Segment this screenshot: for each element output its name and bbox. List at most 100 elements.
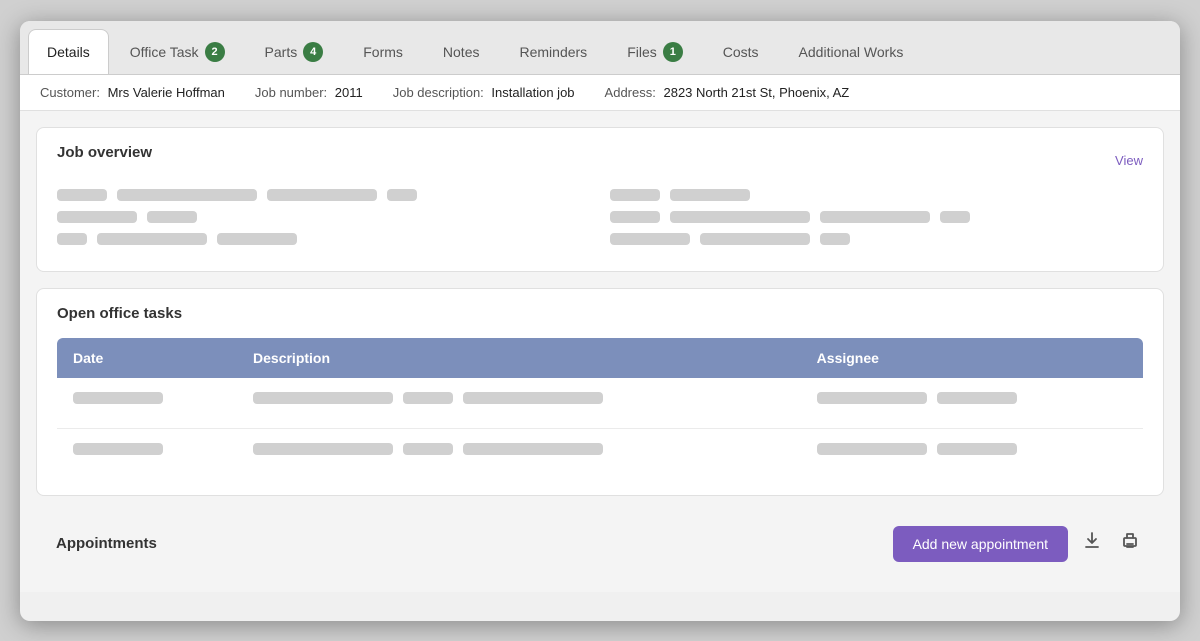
sk bbox=[217, 233, 297, 245]
sk bbox=[147, 211, 197, 223]
sk bbox=[610, 233, 690, 245]
open-office-tasks-card: Open office tasks Date Description Assig… bbox=[36, 288, 1164, 496]
customer-label: Customer: bbox=[40, 85, 100, 100]
view-link[interactable]: View bbox=[1115, 153, 1143, 168]
tab-forms-label: Forms bbox=[363, 44, 403, 60]
main-content: Job overview View bbox=[20, 111, 1180, 592]
add-new-appointment-button[interactable]: Add new appointment bbox=[893, 526, 1068, 562]
print-icon bbox=[1120, 531, 1140, 551]
tab-office-task[interactable]: Office Task 2 bbox=[111, 29, 244, 74]
skeleton-row-6 bbox=[610, 233, 1143, 245]
skeleton-row-5 bbox=[610, 211, 1143, 223]
col-description: Description bbox=[237, 338, 801, 378]
tab-costs-label: Costs bbox=[723, 44, 759, 60]
sk bbox=[670, 189, 750, 201]
sk bbox=[820, 211, 930, 223]
tab-details[interactable]: Details bbox=[28, 29, 109, 74]
sk bbox=[57, 189, 107, 201]
sk bbox=[937, 443, 1017, 455]
tab-parts-badge: 4 bbox=[303, 42, 323, 62]
job-description-value: Installation job bbox=[491, 85, 574, 100]
sk bbox=[610, 211, 660, 223]
tab-parts[interactable]: Parts 4 bbox=[246, 29, 343, 74]
table-cell-assignee bbox=[801, 378, 1143, 429]
address-label: Address: bbox=[605, 85, 656, 100]
tab-files-badge: 1 bbox=[663, 42, 683, 62]
sk-row bbox=[817, 392, 1127, 404]
skeleton-row-4 bbox=[610, 189, 1143, 201]
tasks-table: Date Description Assignee bbox=[57, 338, 1143, 479]
address-value: 2823 North 21st St, Phoenix, AZ bbox=[663, 85, 849, 100]
job-number-label: Job number: bbox=[255, 85, 327, 100]
customer-value: Mrs Valerie Hoffman bbox=[108, 85, 225, 100]
job-description-field: Job description: Installation job bbox=[393, 85, 575, 100]
tab-notes-label: Notes bbox=[443, 44, 480, 60]
tab-reminders[interactable]: Reminders bbox=[500, 29, 606, 74]
sk bbox=[403, 392, 453, 404]
tab-office-task-badge: 2 bbox=[205, 42, 225, 62]
appointments-title: Appointments bbox=[56, 535, 157, 552]
job-number-value: 2011 bbox=[335, 85, 363, 100]
tab-reminders-label: Reminders bbox=[519, 44, 587, 60]
print-button[interactable] bbox=[1116, 527, 1144, 560]
sk-row bbox=[817, 443, 1127, 455]
skeleton-row-2 bbox=[57, 211, 590, 223]
overview-left-col bbox=[57, 189, 590, 255]
table-cell-date bbox=[57, 378, 237, 429]
customer-field: Customer: Mrs Valerie Hoffman bbox=[40, 85, 225, 100]
content-area: Customer: Mrs Valerie Hoffman Job number… bbox=[20, 75, 1180, 592]
sk bbox=[117, 189, 257, 201]
sk bbox=[57, 211, 137, 223]
sk bbox=[700, 233, 810, 245]
sk bbox=[817, 443, 927, 455]
sk bbox=[403, 443, 453, 455]
job-overview-title: Job overview bbox=[57, 144, 152, 161]
table-cell-desc bbox=[237, 428, 801, 479]
appointments-section: Appointments Add new appointment bbox=[36, 512, 1164, 576]
job-overview-header: Job overview View bbox=[57, 144, 1143, 177]
table-row bbox=[57, 428, 1143, 479]
tab-files[interactable]: Files 1 bbox=[608, 29, 702, 74]
overview-right-col bbox=[610, 189, 1143, 255]
download-button[interactable] bbox=[1078, 527, 1106, 560]
tab-notes[interactable]: Notes bbox=[424, 29, 499, 74]
col-assignee: Assignee bbox=[801, 338, 1143, 378]
tasks-table-head: Date Description Assignee bbox=[57, 338, 1143, 378]
job-overview-card: Job overview View bbox=[36, 127, 1164, 272]
tab-costs[interactable]: Costs bbox=[704, 29, 778, 74]
tasks-table-header-row: Date Description Assignee bbox=[57, 338, 1143, 378]
sk bbox=[73, 443, 163, 455]
tab-additional-works-label: Additional Works bbox=[799, 44, 904, 60]
sk-row bbox=[73, 392, 221, 404]
table-cell-assignee bbox=[801, 428, 1143, 479]
app-window: Details Office Task 2 Parts 4 Forms Note… bbox=[20, 21, 1180, 621]
skeleton-row-1 bbox=[57, 189, 590, 201]
sk bbox=[97, 233, 207, 245]
col-date: Date bbox=[57, 338, 237, 378]
tab-details-label: Details bbox=[47, 44, 90, 60]
tasks-table-body bbox=[57, 378, 1143, 479]
sk bbox=[820, 233, 850, 245]
sk-row bbox=[73, 443, 221, 455]
sk bbox=[817, 392, 927, 404]
sk bbox=[463, 392, 603, 404]
sk bbox=[73, 392, 163, 404]
sk-row bbox=[253, 443, 785, 455]
download-icon bbox=[1082, 531, 1102, 551]
table-cell-date bbox=[57, 428, 237, 479]
job-number-field: Job number: 2011 bbox=[255, 85, 363, 100]
open-office-tasks-title: Open office tasks bbox=[57, 305, 1143, 322]
job-description-label: Job description: bbox=[393, 85, 484, 100]
tab-additional-works[interactable]: Additional Works bbox=[780, 29, 923, 74]
tab-parts-label: Parts bbox=[265, 44, 298, 60]
job-overview-body bbox=[57, 189, 1143, 255]
sk bbox=[940, 211, 970, 223]
address-field: Address: 2823 North 21st St, Phoenix, AZ bbox=[605, 85, 850, 100]
sk bbox=[253, 443, 393, 455]
tab-bar: Details Office Task 2 Parts 4 Forms Note… bbox=[20, 21, 1180, 75]
sk-row bbox=[253, 392, 785, 404]
tab-forms[interactable]: Forms bbox=[344, 29, 422, 74]
sk bbox=[610, 189, 660, 201]
sk bbox=[57, 233, 87, 245]
sk bbox=[253, 392, 393, 404]
